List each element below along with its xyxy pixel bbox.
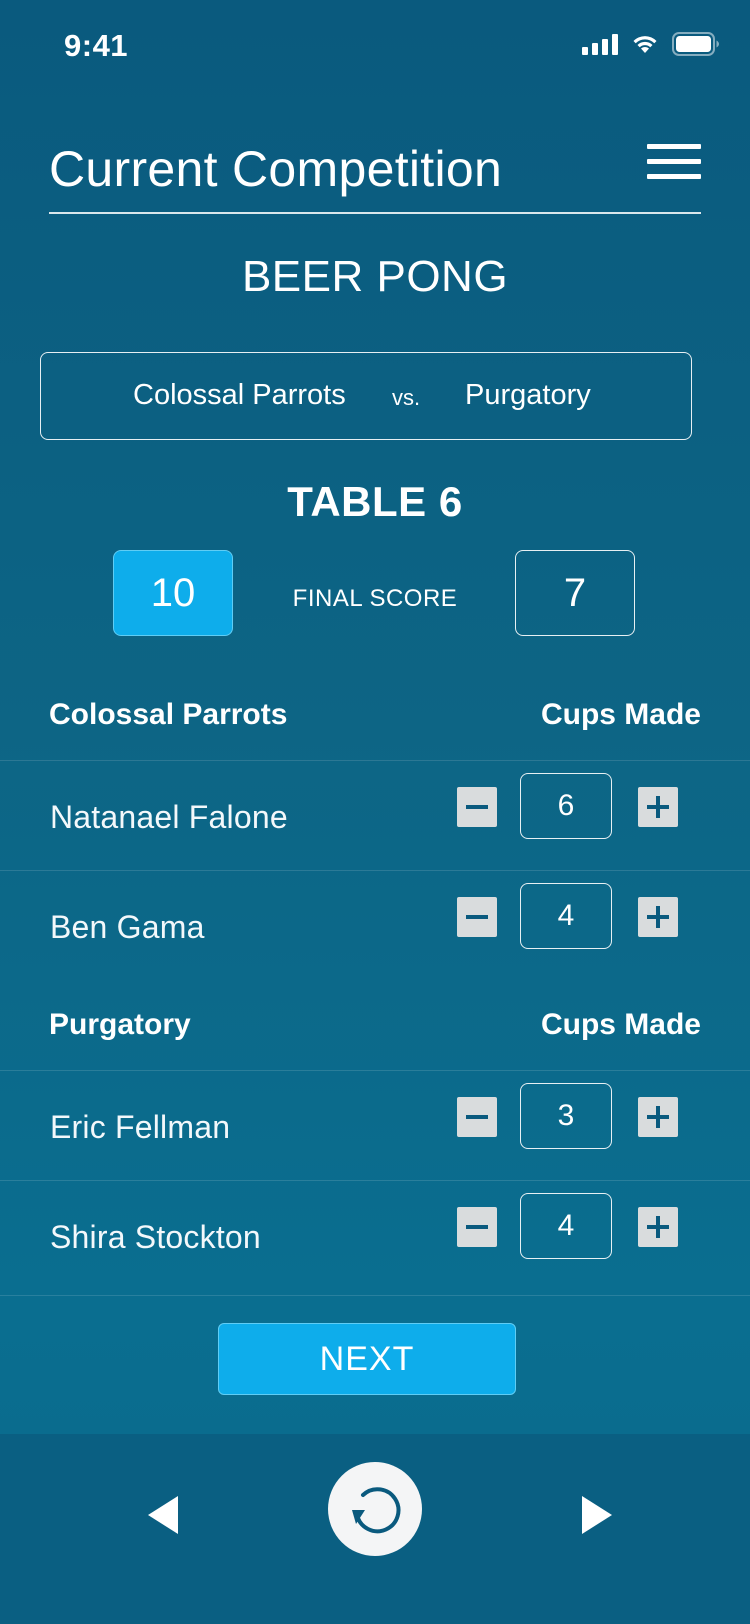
matchup-box: Colossal Parrots vs. Purgatory — [40, 352, 692, 440]
menu-icon[interactable] — [647, 142, 701, 182]
player-row: Shira Stockton 4 — [0, 1180, 750, 1290]
signal-icon — [582, 33, 618, 55]
plus-button[interactable] — [638, 1097, 678, 1137]
plus-button[interactable] — [638, 1207, 678, 1247]
wifi-icon — [633, 36, 657, 53]
player-row: Ben Gama 4 — [0, 870, 750, 980]
player-name: Ben Gama — [50, 909, 205, 945]
plus-button[interactable] — [638, 787, 678, 827]
minus-button[interactable] — [457, 897, 497, 937]
refresh-icon — [352, 1487, 401, 1534]
team-name: Purgatory — [49, 1008, 191, 1041]
cups-count[interactable]: 6 — [520, 773, 612, 839]
battery-icon — [672, 32, 719, 56]
player-row: Natanael Falone 6 — [0, 760, 750, 870]
plus-button[interactable] — [638, 897, 678, 937]
divider — [0, 1295, 750, 1296]
next-button[interactable]: NEXT — [218, 1323, 516, 1395]
page-title: Current Competition — [49, 141, 503, 197]
player-name: Shira Stockton — [50, 1219, 261, 1255]
refresh-button[interactable] — [328, 1462, 422, 1556]
matchup-team1: Colossal Parrots — [133, 379, 346, 411]
minus-button[interactable] — [457, 1097, 497, 1137]
bottom-toolbar — [0, 1434, 750, 1624]
matchup-vs: vs. — [392, 385, 421, 410]
matchup-team2: Purgatory — [465, 379, 591, 411]
player-row: Eric Fellman 3 — [0, 1070, 750, 1180]
player-name: Natanael Falone — [50, 799, 288, 835]
team-section-header: Colossal Parrots Cups Made — [0, 698, 750, 758]
status-time: 9:41 — [64, 28, 129, 63]
player-name: Eric Fellman — [50, 1109, 231, 1145]
team-name: Colossal Parrots — [49, 698, 288, 731]
header: Current Competition — [49, 132, 701, 214]
final-score-label: FINAL SCORE — [292, 585, 458, 612]
team-section-header: Purgatory Cups Made — [0, 1008, 750, 1068]
status-bar: 9:41 — [0, 0, 750, 90]
triangle-right-icon[interactable] — [574, 1494, 614, 1536]
cups-made-header: Cups Made — [540, 698, 701, 731]
minus-button[interactable] — [457, 1207, 497, 1247]
triangle-left-icon[interactable] — [146, 1494, 186, 1536]
game-title: BEER PONG — [241, 252, 509, 301]
minus-button[interactable] — [457, 787, 497, 827]
table-title: TABLE 6 — [287, 478, 463, 525]
status-icons — [582, 32, 720, 56]
cups-count[interactable]: 3 — [520, 1083, 612, 1149]
cups-count[interactable]: 4 — [520, 883, 612, 949]
cups-count[interactable]: 4 — [520, 1193, 612, 1259]
cups-made-header: Cups Made — [540, 1008, 701, 1041]
score-team2[interactable]: 7 — [515, 550, 635, 636]
